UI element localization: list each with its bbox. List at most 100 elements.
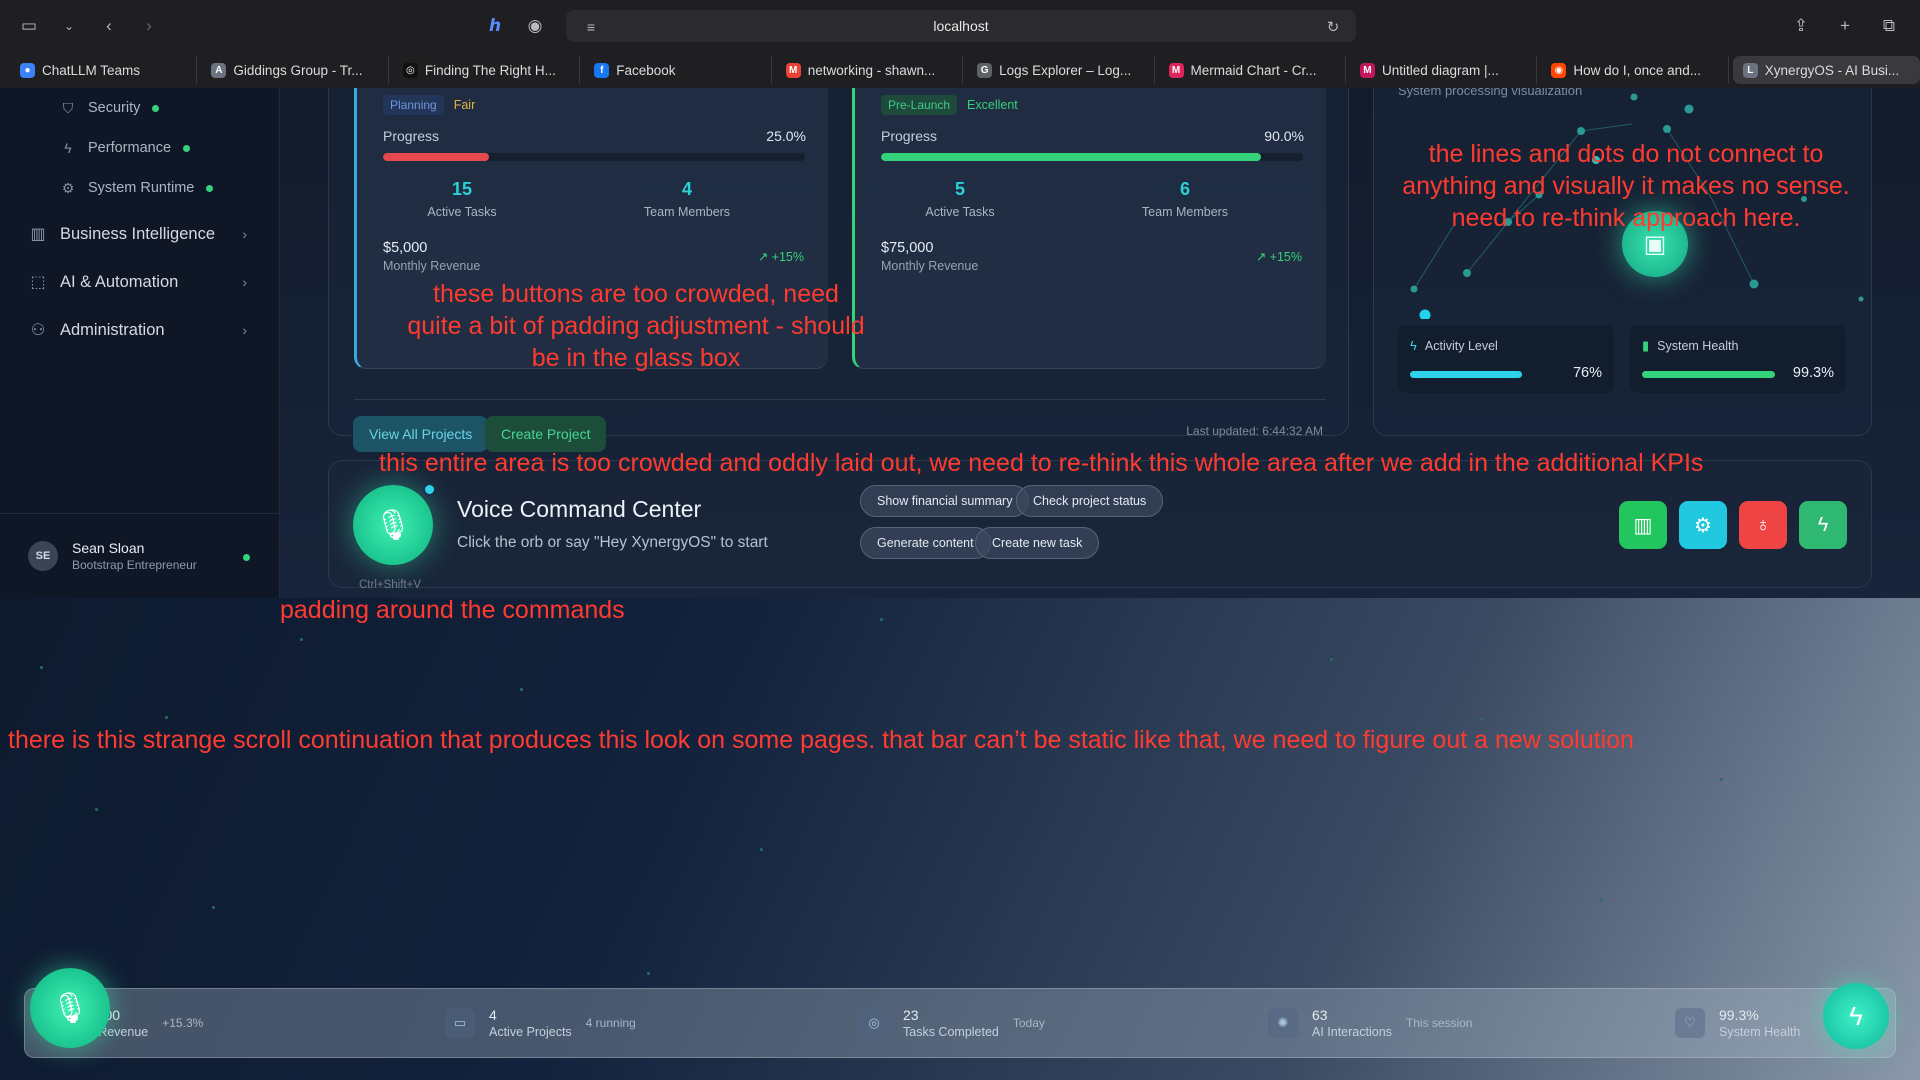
background-star [1480, 718, 1483, 721]
chevron-down-icon[interactable]: ⌄ [56, 13, 82, 39]
quick-action-button[interactable]: ▥ [1619, 501, 1667, 549]
microphone-orb-button[interactable]: 🎙 [353, 485, 433, 565]
annotation-ai-lines: the lines and dots do not connect to anyt… [1402, 140, 1850, 232]
user-role: Bootstrap Entrepreneur [72, 558, 197, 572]
sidebar-item-label: System Runtime [88, 180, 195, 196]
reload-icon[interactable]: ↻ [1320, 14, 1346, 40]
sidebar-item-label: Administration [60, 320, 165, 339]
browser-tab[interactable]: M Untitled diagram |... [1350, 56, 1538, 84]
background-star [1330, 658, 1333, 661]
bolt-icon: ϟ [1849, 1000, 1863, 1031]
avatar: SE [28, 541, 58, 571]
trend-value: +15% [771, 250, 804, 264]
password-manager-icon[interactable]: ◉ [522, 13, 548, 39]
status-dot [206, 184, 214, 192]
address-bar[interactable]: ≡ localhost ↻ [566, 10, 1356, 42]
phase-badge: Planning [383, 95, 444, 115]
progress-bar [383, 153, 805, 161]
browser-tab[interactable]: G Logs Explorer – Log... [967, 56, 1155, 84]
revenue-trend: ↗ +15% [1256, 249, 1302, 264]
progress-label: Progress [881, 128, 938, 144]
sidebar-item-security[interactable]: ⛉ Security [0, 88, 279, 128]
user-profile[interactable]: SE Sean Sloan Bootstrap Entrepreneur [0, 513, 280, 598]
favicon-icon: f [594, 62, 610, 78]
bottom-stat-extra: Today [1012, 1016, 1045, 1030]
extension-icon[interactable]: ℎ [482, 13, 508, 39]
browser-tab[interactable]: ◎ Finding The Right H... [393, 56, 581, 84]
sidebar-item-administration[interactable]: ⚇ Administration › [0, 306, 279, 354]
sparkle-icon: ✺ [1268, 1008, 1298, 1038]
bottom-stat-value: 99.3% [1719, 1007, 1759, 1023]
tab-title: Finding The Right H... [424, 62, 556, 78]
background-star [760, 848, 763, 851]
background-star [1600, 898, 1603, 901]
background-star [300, 638, 303, 641]
online-status-dot [243, 554, 250, 561]
background-star [40, 666, 43, 669]
bottom-stat-label: System Health [1719, 1025, 1801, 1039]
team-members-count: 4 [681, 179, 692, 199]
voice-command-chip[interactable]: Generate content [860, 527, 991, 559]
sidebar-item-business-intelligence[interactable]: ▥ Business Intelligence › [0, 210, 279, 258]
page-settings-icon[interactable]: ≡ [578, 14, 604, 40]
tab-title: Giddings Group - Tr... [233, 62, 363, 78]
voice-command-chip[interactable]: Show financial summary [860, 485, 1030, 517]
project-badges: Pre-Launch Excellent [881, 95, 1018, 115]
progress-value: 90.0% [1264, 128, 1304, 144]
bottom-stat: ▭ 4 Active Projects 4 running [445, 1007, 636, 1039]
floating-quick-action-button[interactable]: ϟ [1823, 983, 1889, 1049]
heart-icon: ♡ [1675, 1008, 1705, 1038]
bolt-icon: ϟ [64, 140, 72, 156]
browser-tab[interactable]: f Facebook [584, 56, 772, 84]
monthly-revenue-value: $75,000 [881, 240, 934, 256]
quick-action-button[interactable]: ⚙ [1679, 501, 1727, 549]
sidebar-item-ai-automation[interactable]: ⬚ AI & Automation › [0, 258, 279, 306]
monthly-revenue-label: Monthly Revenue [881, 259, 979, 273]
bottom-stat-text: 99.3% System Health [1719, 1007, 1800, 1039]
health-status: Fair [453, 98, 476, 112]
browser-tab[interactable]: ◉ How do I, once and... [1541, 56, 1729, 84]
tab-overview-icon[interactable]: ⧉ [1876, 13, 1902, 39]
browser-tab[interactable]: M Mermaid Chart - Cr... [1159, 56, 1346, 84]
last-updated: Last updated: 6:44:32 AM [1186, 424, 1323, 438]
tab-strip: ● ChatLLM Teams A Giddings Group - Tr... ◎ Fi… [0, 52, 1920, 88]
chip-icon: ⬚ [30, 274, 46, 291]
status-dot [183, 144, 191, 152]
new-tab-icon[interactable]: + [1832, 13, 1858, 39]
tab-title: Untitled diagram |... [1381, 62, 1499, 78]
browser-tab[interactable]: A Giddings Group - Tr... [201, 56, 389, 84]
users-icon: ⚇ [30, 322, 46, 339]
progress-label: Progress [383, 128, 440, 144]
bar-chart-icon: ▮ [1642, 338, 1650, 353]
browser-tab[interactable]: ● ChatLLM Teams [10, 56, 198, 84]
quick-action-button[interactable]: ♁ [1739, 501, 1787, 549]
chevron-right-icon: › [242, 226, 247, 242]
system-health-label: System Health [1657, 339, 1739, 353]
tab-title: networking - shawn... [807, 62, 936, 78]
active-tasks-count: 15 [451, 179, 473, 199]
bottom-stat-extra: +15.3% [162, 1016, 204, 1030]
browser-tab[interactable]: L XynergyOS - AI Busi... [1732, 56, 1920, 84]
tab-title: How do I, once and... [1573, 62, 1701, 78]
sidebar-item-performance[interactable]: ϟ Performance [0, 128, 279, 168]
background-star [520, 688, 523, 691]
sidebar-item-system-runtime[interactable]: ⚙ System Runtime [0, 168, 279, 208]
tab-title: Logs Explorer – Log... [999, 62, 1132, 78]
sidebar-toggle-icon[interactable]: ▭ [16, 13, 42, 39]
floating-voice-button[interactable]: 🎙 [30, 968, 110, 1048]
quick-action-button[interactable]: ϟ [1799, 501, 1847, 549]
voice-command-chip[interactable]: Create new task [975, 527, 1100, 559]
voice-command-chip[interactable]: Check project status [1016, 485, 1164, 517]
favicon-icon: A [211, 62, 227, 78]
browser-toolbar: ▭ ⌄ ‹ › ℎ ◉ ≡ localhost ↻ ⇪ + ⧉ [0, 0, 1920, 52]
browser-tab[interactable]: Mnetworking - shawn... [776, 56, 964, 84]
bottom-stat-label: AI Interactions [1312, 1025, 1392, 1039]
team-members-label: Team Members [643, 205, 731, 219]
trend-value: +15% [1269, 250, 1302, 264]
tab-title: Facebook [616, 62, 676, 78]
bar-chart-icon: ▥ [30, 226, 46, 243]
back-icon[interactable]: ‹ [96, 13, 122, 39]
share-icon[interactable]: ⇪ [1788, 13, 1814, 39]
project-card[interactable]: Xynergy LaunchPre-LaunchExcellentProgres… [852, 88, 1326, 369]
forward-icon[interactable]: › [136, 13, 162, 39]
